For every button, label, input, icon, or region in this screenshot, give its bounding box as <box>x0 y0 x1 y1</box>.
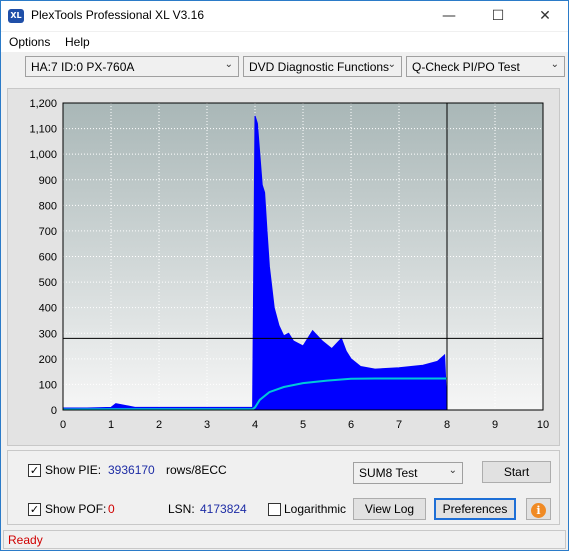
pof-value: 0 <box>108 502 115 516</box>
x-tick-label: 4 <box>252 419 258 431</box>
controls-panel: ✓ Show PIE: 3936170 rows/8ECC ✓ Show POF… <box>7 450 560 525</box>
chevron-down-icon: ⌄ <box>448 465 457 476</box>
y-tick-label: 1,100 <box>29 124 57 136</box>
y-tick-label: 800 <box>39 200 57 212</box>
x-tick-label: 6 <box>348 419 354 431</box>
show-pie-label: Show PIE: <box>45 463 102 477</box>
y-tick-label: 1,000 <box>29 149 57 161</box>
menu-bar: Options Help <box>1 32 568 52</box>
status-bar: Ready <box>3 530 566 549</box>
close-button[interactable]: ✕ <box>522 1 568 31</box>
x-tick-label: 10 <box>537 419 549 431</box>
test-type-select[interactable]: Q-Check PI/PO Test ⌄ <box>406 56 565 77</box>
logarithmic-label: Logarithmic <box>284 502 347 516</box>
y-tick-label: 0 <box>51 405 57 417</box>
preferences-button[interactable]: Preferences <box>434 498 516 520</box>
test-type-select-value: Q-Check PI/PO Test <box>412 60 520 74</box>
y-tick-label: 700 <box>39 226 57 238</box>
app-logo-icon: XL <box>8 9 24 23</box>
x-tick-label: 3 <box>204 419 210 431</box>
lsn-value: 4173824 <box>200 502 247 516</box>
y-tick-label: 1,200 <box>29 98 57 110</box>
function-select-value: DVD Diagnostic Functions <box>249 60 390 74</box>
chevron-down-icon: ⌄ <box>387 59 396 70</box>
x-tick-label: 8 <box>444 419 450 431</box>
x-tick-label: 5 <box>300 419 306 431</box>
sum8-test-select[interactable]: SUM8 Test ⌄ <box>353 462 463 484</box>
app-window: XL PlexTools Professional XL V3.16 — ☐ ✕… <box>0 0 569 551</box>
minimize-button[interactable]: — <box>426 1 472 31</box>
y-tick-label: 100 <box>39 379 57 391</box>
info-icon: i <box>531 503 546 518</box>
toolbar: HA:7 ID:0 PX-760A ⌄ DVD Diagnostic Funct… <box>1 52 568 81</box>
chevron-down-icon: ⌄ <box>224 59 233 70</box>
pie-value: 3936170 <box>108 463 155 477</box>
info-button[interactable]: i <box>526 498 551 520</box>
show-pof-label: Show POF: <box>45 502 107 516</box>
x-tick-label: 9 <box>492 419 498 431</box>
menu-options[interactable]: Options <box>9 35 50 49</box>
title-bar[interactable]: XL PlexTools Professional XL V3.16 — ☐ ✕ <box>1 1 568 31</box>
drive-select[interactable]: HA:7 ID:0 PX-760A ⌄ <box>25 56 239 77</box>
menu-help[interactable]: Help <box>65 35 90 49</box>
lsn-label: LSN: <box>168 502 195 516</box>
drive-select-value: HA:7 ID:0 PX-760A <box>31 60 135 74</box>
pi-po-chart: 01002003004005006007008009001,0001,1001,… <box>29 98 549 431</box>
function-select[interactable]: DVD Diagnostic Functions ⌄ <box>243 56 402 77</box>
show-pie-checkbox[interactable]: ✓ <box>28 464 41 477</box>
y-tick-label: 200 <box>39 354 57 366</box>
y-tick-label: 600 <box>39 252 57 264</box>
x-tick-label: 7 <box>396 419 402 431</box>
pie-unit: rows/8ECC <box>166 463 227 477</box>
y-tick-label: 300 <box>39 328 57 340</box>
y-tick-label: 400 <box>39 303 57 315</box>
view-log-button[interactable]: View Log <box>353 498 426 520</box>
chart-panel: 0 100 200 300 400 500 600 700 800 900 1,000 1,100 1,… <box>7 88 560 446</box>
chevron-down-icon: ⌄ <box>550 59 559 70</box>
maximize-button[interactable]: ☐ <box>475 1 521 31</box>
x-tick-label: 2 <box>156 419 162 431</box>
y-tick-label: 500 <box>39 277 57 289</box>
x-tick-label: 1 <box>108 419 114 431</box>
y-tick-label: 900 <box>39 175 57 187</box>
sum8-test-select-value: SUM8 Test <box>359 466 418 480</box>
start-button[interactable]: Start <box>482 461 551 483</box>
show-pof-checkbox[interactable]: ✓ <box>28 503 41 516</box>
status-text: Ready <box>8 533 43 547</box>
window-title: PlexTools Professional XL V3.16 <box>31 8 204 22</box>
logarithmic-checkbox[interactable] <box>268 503 281 516</box>
x-tick-label: 0 <box>60 419 66 431</box>
